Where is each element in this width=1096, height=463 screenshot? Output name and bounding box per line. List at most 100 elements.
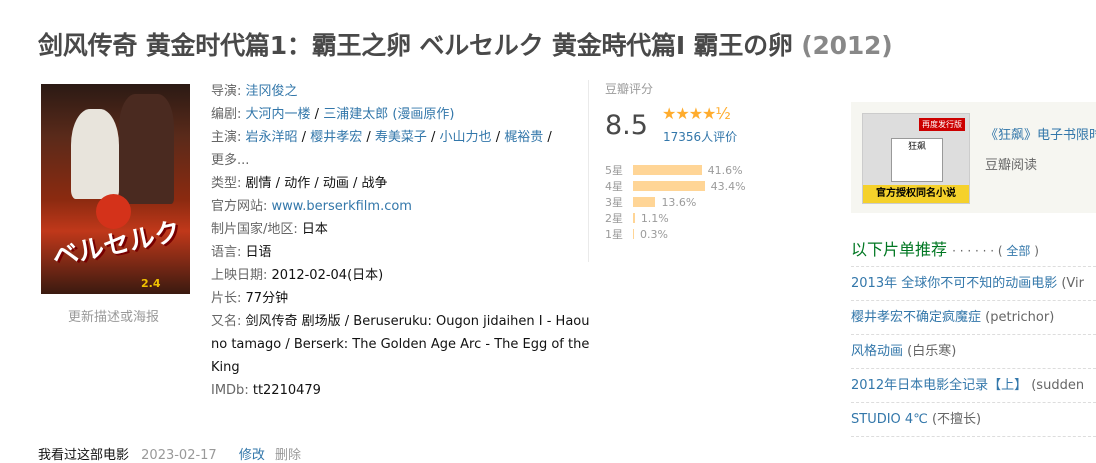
ad-title-link[interactable]: 《狂飙》电子书限时 xyxy=(985,124,1096,143)
recs-list-item: 樱井孝宏不确定疯魔症 (petrichor) xyxy=(851,301,1096,335)
cast-link[interactable]: 寿美菜子 xyxy=(375,130,427,145)
recs-item-owner: (sudden xyxy=(1031,378,1085,393)
page-title: 剑风传奇 黄金时代篇1：霸王之卵 ベルセルク 黄金時代篇Ⅰ 霸王の卵 (2012… xyxy=(38,26,893,62)
release-label: 上映日期: xyxy=(211,268,268,283)
genre-value: 战争 xyxy=(361,176,388,191)
poster-figure-guts xyxy=(119,94,174,204)
star-rating-icon: ★★★★½ xyxy=(662,104,731,123)
recs-item-link[interactable]: 2012年日本电影全记录【上】 xyxy=(851,378,1027,393)
writer-link[interactable]: 大河内一楼 xyxy=(246,107,311,122)
update-poster-link[interactable]: 更新描述或海报 xyxy=(68,306,159,325)
genre-value: 动作 xyxy=(284,176,311,191)
recs-item-owner: (白乐寒) xyxy=(907,344,957,359)
rating-bar-percent: 1.1% xyxy=(640,211,669,225)
ad-book-cover[interactable]: 再度发行版 狂飙 官方授权同名小说 xyxy=(862,113,970,204)
country-value: 日本 xyxy=(301,222,328,237)
recs-item-owner: (不擅长) xyxy=(931,412,982,427)
recs-heading: 以下片单推荐 · · · · · · ( 全部 ) xyxy=(851,236,1096,260)
ebook-ad[interactable]: 再度发行版 狂飙 官方授权同名小说 《狂飙》电子书限时 豆瓣阅读 xyxy=(851,102,1096,213)
movie-title: 剑风传奇 黄金时代篇1：霸王之卵 ベルセルク 黄金時代篇Ⅰ 霸王の卵 xyxy=(38,31,793,60)
imdb-value: tt2210479 xyxy=(252,383,321,398)
recs-more: · · · · · · ( 全部 ) xyxy=(952,244,1039,258)
director-link[interactable]: 洼冈俊之 xyxy=(246,84,298,99)
movie-year: (2012) xyxy=(801,31,893,60)
movie-info: 导演: 洼冈俊之 编剧: 大河内一楼 / 三浦建太郎 (漫画原作) 主演: 岩永… xyxy=(211,80,591,402)
runtime-label: 片长: xyxy=(211,291,242,306)
rating-box: 豆瓣评分 8.5 ★★★★½ 17356人评价 xyxy=(605,80,755,144)
rating-bar-label: 3星 xyxy=(605,196,623,209)
genre-value: 剧情 xyxy=(245,176,272,191)
rating-bar-percent: 13.6% xyxy=(661,195,697,209)
genre-value: 动画 xyxy=(322,176,349,191)
cast-more-link[interactable]: 更多... xyxy=(211,153,249,168)
rating-bar-label: 5星 xyxy=(605,164,623,177)
genre-label: 类型: xyxy=(211,176,242,191)
ad-cover-banner: 官方授权同名小说 xyxy=(863,185,969,203)
cast-more-row: 更多... xyxy=(211,149,591,172)
release-row: 上映日期: 2012-02-04(日本) xyxy=(211,264,591,287)
ad-cover-tag: 再度发行版 xyxy=(919,118,965,131)
director-label: 导演: xyxy=(211,84,242,99)
rating-bar-fill xyxy=(633,197,656,207)
recs-item-link[interactable]: 2013年 全球你不可不知的动画电影 xyxy=(851,276,1057,291)
site-label: 官方网站: xyxy=(211,199,268,214)
rating-distribution: 5星 41.6% 4星 43.4% 3星 13.6% 2星 1.1% 1星 0.3% xyxy=(605,162,746,242)
imdb-label: IMDb: xyxy=(211,383,249,398)
imdb-row: IMDb: tt2210479 xyxy=(211,379,591,402)
my-status: 我看过这部电影 2023-02-17 修改 删除 xyxy=(38,444,301,463)
rating-bar-fill xyxy=(633,181,705,191)
recs-all-link[interactable]: 全部 xyxy=(1006,244,1030,258)
cast-link[interactable]: 梶裕贵 xyxy=(504,130,543,145)
recs-list-item: 2012年日本电影全记录【上】 (sudden xyxy=(851,369,1096,403)
rating-bar-fill xyxy=(633,229,634,239)
rating-bar-row: 4星 43.4% xyxy=(605,178,746,194)
cast-link[interactable]: 小山力也 xyxy=(440,130,492,145)
rating-count-link[interactable]: 17356人评价 xyxy=(663,128,737,145)
delete-link[interactable]: 删除 xyxy=(275,448,301,463)
poster-figure-griffith xyxy=(71,109,119,199)
rating-bar-label: 2星 xyxy=(605,212,623,225)
doulist-recommendations: 以下片单推荐 · · · · · · ( 全部 ) 2013年 全球你不可不知的… xyxy=(851,236,1096,437)
rating-bar-fill xyxy=(633,213,635,223)
recs-list-item: 2013年 全球你不可不知的动画电影 (Vir xyxy=(851,266,1096,301)
genre-row: 类型: 剧情 / 动作 / 动画 / 战争 xyxy=(211,176,388,191)
rating-bar-row: 3星 13.6% xyxy=(605,194,746,210)
recs-dots: · · · · · · xyxy=(952,244,995,258)
language-value: 日语 xyxy=(245,245,272,260)
rating-bar-percent: 43.4% xyxy=(710,179,746,193)
recs-list-item: STUDIO 4℃ (不擅长) xyxy=(851,403,1096,437)
runtime-value: 77分钟 xyxy=(245,291,289,306)
rating-bar-fill xyxy=(633,165,702,175)
rating-bar-label: 1星 xyxy=(605,228,623,241)
aka-value: 剑风传奇 剧场版 / Beruseruku: Ougon jidaihen I … xyxy=(211,314,590,375)
release-value: 2012-02-04(日本) xyxy=(271,268,384,283)
recs-item-link[interactable]: 樱井孝宏不确定疯魔症 xyxy=(851,310,981,325)
recs-item-owner: (Vir xyxy=(1061,276,1084,291)
rating-bar-percent: 41.6% xyxy=(707,163,743,177)
recs-heading-text: 以下片单推荐 xyxy=(851,240,948,259)
cast-row: 主演: 岩永洋昭 / 樱井孝宏 / 寿美菜子 / 小山力也 / 梶裕贵 / xyxy=(211,130,552,145)
movie-poster[interactable]: ベルセルク 2.4 xyxy=(41,84,190,294)
ad-source: 豆瓣阅读 xyxy=(985,158,1038,173)
rating-bar-row: 1星 0.3% xyxy=(605,226,746,242)
recs-item-link[interactable]: STUDIO 4℃ xyxy=(851,412,928,427)
recs-item-link[interactable]: 风格动画 xyxy=(851,344,903,359)
poster-date: 2.4 xyxy=(141,277,161,290)
writer-row: 编剧: 大河内一楼 / 三浦建太郎 (漫画原作) xyxy=(211,107,455,122)
rating-bar-row: 2星 1.1% xyxy=(605,210,746,226)
cast-link[interactable]: 岩永洋昭 xyxy=(246,130,298,145)
recs-list-item: 风格动画 (白乐寒) xyxy=(851,335,1096,369)
ad-cover-book: 狂飙 xyxy=(891,138,943,182)
rating-bar-row: 5星 41.6% xyxy=(605,162,746,178)
writer-link[interactable]: 三浦建太郎 (漫画原作) xyxy=(323,107,454,122)
edit-link[interactable]: 修改 xyxy=(239,448,265,463)
cast-link[interactable]: 樱井孝宏 xyxy=(310,130,362,145)
runtime-row: 片长: 77分钟 xyxy=(211,287,591,310)
site-row: 官方网站: www.berserkfilm.com xyxy=(211,195,591,218)
country-label: 制片国家/地区: xyxy=(211,222,298,237)
recs-item-owner: (petrichor) xyxy=(985,310,1055,325)
official-site-link[interactable]: www.berserkfilm.com xyxy=(272,199,412,214)
rating-label: 豆瓣评分 xyxy=(605,82,654,96)
language-row: 语言: 日语 xyxy=(211,241,591,264)
country-row: 制片国家/地区: 日本 xyxy=(211,218,591,241)
